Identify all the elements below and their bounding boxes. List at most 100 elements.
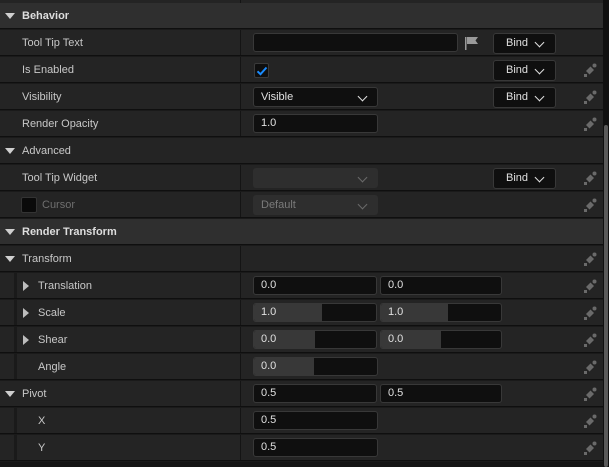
pivot-x-component-input[interactable]: 0.5 xyxy=(253,411,378,430)
property-label: Scale xyxy=(38,307,66,319)
bind-label: Bind xyxy=(506,37,529,49)
indent-guide xyxy=(14,408,17,433)
expand-caret-icon[interactable] xyxy=(23,281,29,291)
property-row-angle: Angle 0.0 xyxy=(0,354,603,380)
panel-bottom-edge xyxy=(0,462,603,467)
reset-to-default-icon[interactable] xyxy=(582,413,598,429)
visibility-dropdown[interactable]: Visible xyxy=(253,87,378,107)
property-label: Shear xyxy=(38,334,68,346)
scale-x-input[interactable]: 1.0 xyxy=(253,303,377,322)
chevron-down-icon xyxy=(534,91,545,102)
chevron-down-icon xyxy=(357,172,368,183)
dropdown-value: Default xyxy=(261,199,296,211)
scrollbar-thumb[interactable] xyxy=(604,125,608,467)
indent-guide xyxy=(14,300,17,325)
translation-x-input[interactable]: 0.0 xyxy=(253,276,377,295)
is-enabled-checkbox[interactable] xyxy=(254,63,269,78)
property-row-visibility: Visibility Visible Bind xyxy=(0,84,603,110)
property-row-scale: Scale 1.0 1.0 xyxy=(0,300,603,326)
tooltip-widget-dropdown[interactable] xyxy=(253,168,378,188)
cursor-dropdown[interactable]: Default xyxy=(253,195,378,215)
bind-button[interactable]: Bind xyxy=(493,168,556,189)
cursor-override-checkbox[interactable] xyxy=(21,197,37,213)
reset-to-default-icon[interactable] xyxy=(582,332,598,348)
reset-to-default-icon[interactable] xyxy=(582,251,598,267)
indent-guide xyxy=(14,354,17,379)
reset-to-default-icon[interactable] xyxy=(582,305,598,321)
expand-caret-icon[interactable] xyxy=(23,335,29,345)
property-row-is-enabled: Is Enabled Bind xyxy=(0,57,603,83)
expand-caret-icon[interactable] xyxy=(5,148,15,154)
field-value: 0.0 xyxy=(388,333,404,345)
property-row-tooltip-text: Tool Tip Text Bind xyxy=(0,30,603,56)
reset-to-default-icon[interactable] xyxy=(582,359,598,375)
chevron-down-icon xyxy=(534,172,545,183)
property-label: Cursor xyxy=(42,199,76,211)
dropdown-value: Visible xyxy=(261,91,294,103)
reset-to-default-icon[interactable] xyxy=(582,440,598,456)
reset-to-default-icon[interactable] xyxy=(582,170,598,186)
pivot-y-input[interactable]: 0.5 xyxy=(380,384,502,403)
property-label: X xyxy=(38,415,46,427)
bind-button[interactable]: Bind xyxy=(493,33,556,54)
checkmark-icon xyxy=(256,66,268,76)
expand-caret-icon[interactable] xyxy=(5,391,15,397)
render-opacity-input[interactable]: 1.0 xyxy=(253,114,378,133)
property-label: Visibility xyxy=(22,91,62,103)
property-row-pivot-y: Y 0.5 xyxy=(0,435,603,461)
property-label: Translation xyxy=(38,280,93,292)
details-panel: Behavior Tool Tip Text Bind Is Enabled B… xyxy=(0,0,603,467)
reset-to-default-icon[interactable] xyxy=(582,89,598,105)
group-advanced[interactable]: Advanced xyxy=(0,138,603,164)
reset-to-default-icon[interactable] xyxy=(582,62,598,78)
tooltip-text-input[interactable] xyxy=(253,33,458,52)
expand-caret-icon[interactable] xyxy=(5,13,15,19)
property-row-cursor: Cursor Default xyxy=(0,192,603,218)
bind-label: Bind xyxy=(506,91,529,103)
expand-caret-icon[interactable] xyxy=(23,308,29,318)
property-label: Tool Tip Widget xyxy=(22,172,98,184)
chevron-down-icon xyxy=(357,199,368,210)
flag-icon[interactable] xyxy=(464,36,480,51)
expand-caret-icon[interactable] xyxy=(5,229,15,235)
expand-caret-icon[interactable] xyxy=(5,256,15,262)
indent-guide xyxy=(14,273,17,298)
property-row-translation: Translation 0.0 0.0 xyxy=(0,273,603,299)
field-value: 1.0 xyxy=(261,306,277,318)
property-label: Is Enabled xyxy=(22,64,74,76)
reset-to-default-icon[interactable] xyxy=(582,386,598,402)
angle-input[interactable]: 0.0 xyxy=(253,357,378,376)
pivot-x-input[interactable]: 0.5 xyxy=(253,384,377,403)
pivot-y-component-input[interactable]: 0.5 xyxy=(253,438,378,457)
bind-label: Bind xyxy=(506,64,529,76)
property-row-pivot-x: X 0.5 xyxy=(0,408,603,434)
reset-to-default-icon[interactable] xyxy=(582,116,598,132)
property-label: Render Opacity xyxy=(22,118,99,130)
reset-to-default-icon[interactable] xyxy=(582,197,598,213)
group-title: Transform xyxy=(22,253,72,265)
chevron-down-icon xyxy=(357,91,368,102)
translation-y-input[interactable]: 0.0 xyxy=(380,276,502,295)
property-label: Y xyxy=(38,442,46,454)
property-label: Angle xyxy=(38,361,67,373)
indent-guide xyxy=(14,327,17,352)
bind-label: Bind xyxy=(506,172,529,184)
property-label: Tool Tip Text xyxy=(22,37,83,49)
section-behavior[interactable]: Behavior xyxy=(0,3,603,29)
bind-button[interactable]: Bind xyxy=(493,60,556,81)
shear-y-input[interactable]: 0.0 xyxy=(380,330,502,349)
bind-button[interactable]: Bind xyxy=(493,87,556,108)
section-title: Render Transform xyxy=(22,226,117,238)
field-value: 1.0 xyxy=(388,306,404,318)
chevron-down-icon xyxy=(534,64,545,75)
section-title: Behavior xyxy=(22,10,70,22)
section-render-transform[interactable]: Render Transform xyxy=(0,219,603,245)
shear-x-input[interactable]: 0.0 xyxy=(253,330,377,349)
group-transform[interactable]: Transform xyxy=(0,246,603,272)
property-label: Pivot xyxy=(22,388,47,400)
reset-to-default-icon[interactable] xyxy=(582,278,598,294)
group-title: Advanced xyxy=(22,145,71,157)
scale-y-input[interactable]: 1.0 xyxy=(380,303,502,322)
property-row-pivot: Pivot 0.5 0.5 xyxy=(0,381,603,407)
property-row-shear: Shear 0.0 0.0 xyxy=(0,327,603,353)
